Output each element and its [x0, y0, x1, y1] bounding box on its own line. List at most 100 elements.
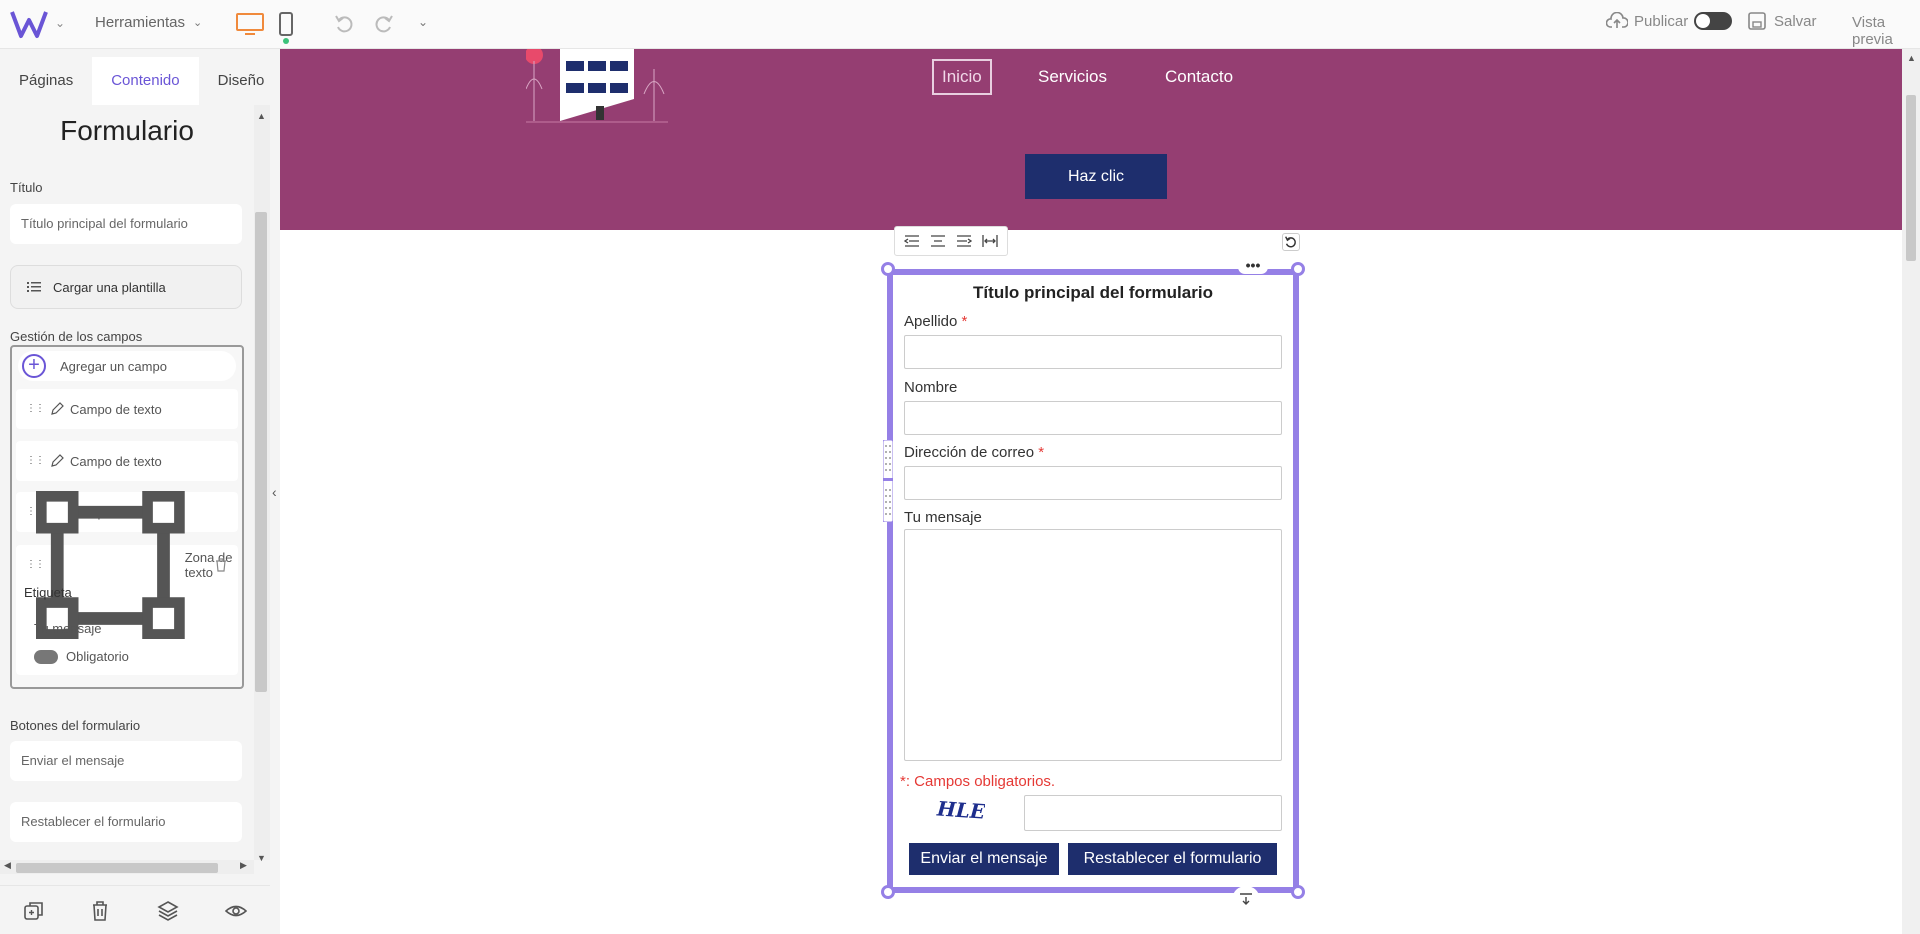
load-template-button[interactable]: Cargar una plantilla [10, 265, 242, 309]
fields-label: Gestión de los campos [10, 329, 143, 344]
panel-scrollbar-thumb[interactable] [255, 212, 267, 692]
insert-below-icon[interactable] [1233, 886, 1259, 908]
panel-horizontal-scrollbar[interactable]: ◀ ▶ [0, 860, 254, 874]
align-right-icon[interactable] [956, 234, 972, 248]
nav-link-contacto[interactable]: Contacto [1165, 67, 1233, 87]
resize-handle[interactable] [1291, 885, 1305, 899]
canvas-scrollbar-thumb[interactable] [1906, 95, 1916, 261]
eye-icon[interactable] [225, 900, 247, 922]
trash-icon[interactable] [214, 558, 228, 572]
editor-canvas: Inicio Servicios Contacto Haz clic Títul… [280, 49, 1902, 934]
hero-section[interactable]: Inicio Servicios Contacto Haz clic [280, 49, 1902, 230]
field-item[interactable]: ⋮⋮ Campo de texto [16, 441, 238, 481]
drag-handle-icon[interactable]: ⋮⋮ [26, 507, 45, 517]
captcha-text: HLE [935, 796, 985, 823]
nombre-input[interactable] [904, 401, 1282, 435]
tab-pages[interactable]: Páginas [0, 57, 92, 105]
form-title: Título principal del formulario [973, 283, 1213, 302]
trash-icon[interactable] [89, 900, 111, 922]
drag-handle-icon[interactable]: ⋮⋮ [26, 560, 45, 570]
drag-handle-icon[interactable]: ⋮⋮ [26, 456, 45, 466]
scroll-down-icon[interactable]: ▼ [257, 853, 266, 863]
drag-handle-icon[interactable]: ⋮⋮ [26, 404, 45, 414]
layers-icon[interactable] [157, 900, 179, 922]
align-left-icon[interactable] [904, 234, 920, 248]
field-item-label: Campo de texto [70, 401, 162, 417]
panel-content: Formulario Título Título principal del f… [0, 105, 254, 860]
load-template-label: Cargar una plantilla [53, 279, 166, 295]
duplicate-icon[interactable] [23, 900, 45, 922]
tools-menu[interactable]: Herramientas ⌄ [95, 14, 202, 31]
apellido-input[interactable] [904, 335, 1282, 369]
resize-handle[interactable] [1291, 262, 1305, 276]
form-buttons-label: Botones del formulario [10, 718, 141, 733]
save-label: Salvar [1774, 12, 1817, 30]
message-textarea[interactable] [904, 529, 1282, 761]
plus-icon: + [22, 354, 46, 378]
align-center-icon[interactable] [930, 234, 946, 248]
field-item-label: Campo de texto [70, 453, 162, 469]
undo-icon[interactable] [333, 12, 355, 34]
publish-control[interactable]: Publicar [1606, 12, 1733, 30]
desktop-icon[interactable] [236, 13, 264, 35]
required-label: Obligatorio [66, 649, 129, 664]
collapse-panel-icon[interactable]: ‹ [272, 484, 277, 500]
align-toolbar [894, 226, 1008, 256]
save-button[interactable]: Salvar [1748, 12, 1817, 30]
pencil-icon [51, 402, 64, 415]
nav-link-inicio[interactable]: Inicio [932, 59, 992, 95]
required-control[interactable]: Obligatorio [34, 649, 129, 664]
expanded-field-header[interactable]: ⋮⋮ Zona de texto [16, 490, 238, 640]
form-block[interactable]: Título principal del formulario Apellido… [887, 269, 1299, 893]
publish-toggle[interactable] [1694, 12, 1733, 30]
resize-handle[interactable] [881, 885, 895, 899]
hero-button[interactable]: Haz clic [1025, 154, 1167, 199]
logo-icon[interactable] [10, 8, 48, 40]
pencil-icon [51, 454, 64, 467]
send-button-input[interactable]: Enviar el mensaje [10, 741, 242, 781]
chevron-down-icon[interactable]: ⌄ [55, 16, 65, 30]
reset-form-button[interactable]: Restablecer el formulario [1068, 843, 1277, 875]
scroll-right-icon[interactable]: ▶ [240, 860, 247, 871]
email-input[interactable] [904, 466, 1282, 500]
preview-button[interactable]: Vista previa [1852, 14, 1920, 48]
building-illustration [526, 49, 668, 123]
drag-handle-icon[interactable] [883, 440, 893, 522]
tag-input[interactable]: Tu mensaje [34, 621, 101, 636]
full-width-icon[interactable] [982, 234, 998, 248]
tab-design[interactable]: Diseño [199, 57, 284, 105]
title-label: Título [10, 180, 43, 195]
send-message-button[interactable]: Enviar el mensaje [909, 843, 1059, 875]
field-label-apellido: Apellido * [904, 313, 967, 330]
chevron-down-icon: ⌄ [193, 17, 203, 29]
field-label-nombre: Nombre [904, 379, 957, 396]
title-input[interactable]: Título principal del formulario [10, 204, 242, 244]
more-options-icon[interactable]: ••• [1238, 258, 1268, 274]
mobile-icon[interactable] [279, 12, 293, 36]
resize-handle[interactable] [881, 262, 895, 276]
nav-link-servicios[interactable]: Servicios [1038, 67, 1107, 87]
field-label-text: Tu mensaje [904, 509, 982, 526]
captcha-input[interactable] [1024, 795, 1282, 831]
panel-tabs: Páginas Contenido Diseño [0, 57, 270, 105]
reset-button-input[interactable]: Restablecer el formulario [10, 802, 242, 842]
captcha-image: HLE [935, 796, 985, 823]
reset-icon[interactable] [1282, 233, 1300, 251]
tools-label: Herramientas [95, 14, 186, 31]
field-label-correo: Dirección de correo * [904, 444, 1044, 461]
redo-icon[interactable] [373, 12, 395, 34]
required-mark: * [1038, 444, 1045, 461]
scroll-up-icon[interactable]: ▲ [1907, 53, 1916, 63]
canvas-scrollbar[interactable]: ▲ [1902, 49, 1920, 934]
fields-list: + Agregar un campo ⋮⋮ Campo de texto ⋮⋮ … [10, 345, 244, 689]
scroll-up-icon[interactable]: ▲ [257, 111, 266, 121]
horizontal-scrollbar-thumb[interactable] [16, 863, 218, 873]
tab-content[interactable]: Contenido [92, 57, 199, 105]
required-toggle[interactable] [34, 649, 58, 664]
field-item[interactable]: ⋮⋮ Campo de texto [16, 389, 238, 429]
scroll-left-icon[interactable]: ◀ [4, 860, 11, 871]
add-field-button[interactable]: + Agregar un campo [18, 351, 236, 381]
left-panel: Páginas Contenido Diseño Formulario Títu… [0, 49, 270, 863]
chevron-down-icon[interactable]: ⌄ [418, 15, 428, 29]
panel-bottom-toolbar [0, 885, 270, 934]
